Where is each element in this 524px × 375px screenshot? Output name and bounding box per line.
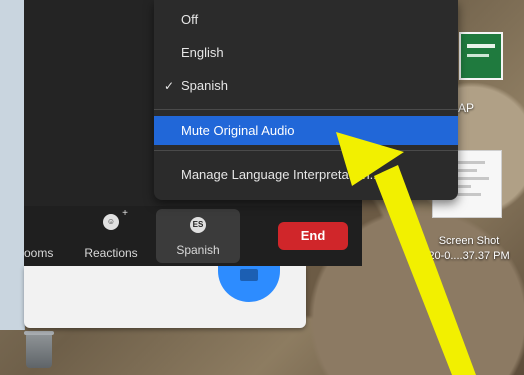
trash-icon[interactable] <box>24 331 54 368</box>
screenshot-file-caption[interactable]: Screen Shot 20-0....37.37 PM <box>414 234 524 264</box>
menu-item-spanish-label: Spanish <box>181 78 228 93</box>
caption-line-2: 20-0....37.37 PM <box>428 250 510 262</box>
menu-item-manage-language[interactable]: Manage Language Interpretation... <box>154 160 458 190</box>
breakout-rooms-button[interactable]: ooms <box>24 206 64 266</box>
menu-item-english[interactable]: English <box>154 38 458 68</box>
plus-icon: + <box>122 208 128 219</box>
check-icon: ✓ <box>164 79 175 93</box>
end-meeting-button[interactable]: End <box>278 222 348 250</box>
interpretation-label: Spanish <box>176 243 220 257</box>
manage-language-label: Manage Language Interpretation... <box>181 167 381 182</box>
menu-divider <box>154 150 458 151</box>
breakout-rooms-label: ooms <box>24 246 54 260</box>
menu-item-english-label: English <box>181 45 224 60</box>
desktop-file-label[interactable]: AP <box>458 101 474 115</box>
mute-original-audio-label: Mute Original Audio <box>181 123 295 138</box>
interpretation-button[interactable]: ES Spanish <box>156 209 240 263</box>
left-window-edge <box>0 0 25 330</box>
caption-line-1: Screen Shot <box>438 235 500 247</box>
menu-item-off-label: Off <box>181 12 199 27</box>
menu-item-spanish[interactable]: ✓ Spanish <box>154 71 458 101</box>
reactions-label: Reactions <box>84 246 138 260</box>
globe-es-icon: ES <box>190 217 206 233</box>
interpretation-menu: Off English ✓ Spanish Mute Original Audi… <box>154 0 458 200</box>
desktop-file-icon[interactable] <box>459 32 503 80</box>
menu-item-mute-original-audio[interactable]: Mute Original Audio <box>154 116 458 145</box>
menu-divider <box>154 109 458 110</box>
menu-item-off[interactable]: Off <box>154 5 458 35</box>
smiley-plus-icon: ☺ <box>103 214 119 230</box>
reactions-button[interactable]: ☺ + Reactions <box>76 206 146 266</box>
